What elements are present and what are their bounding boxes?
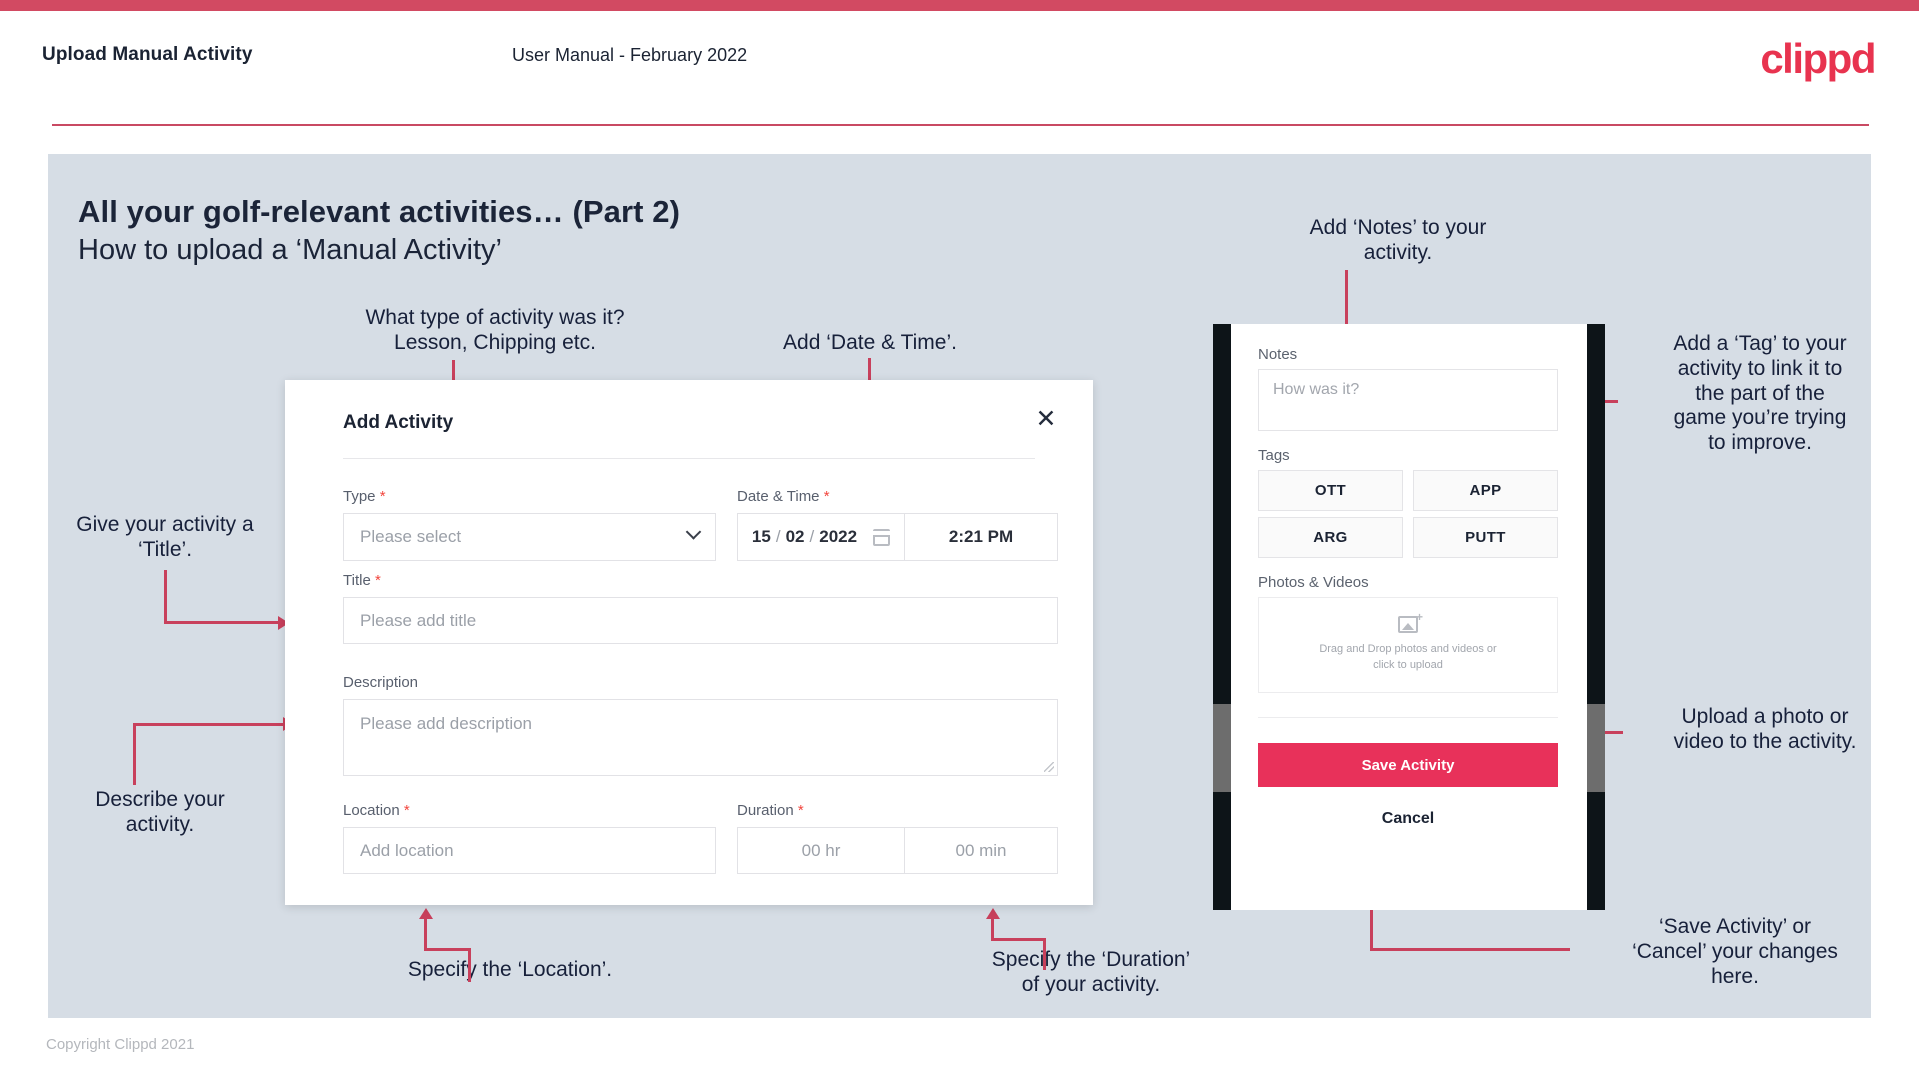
connector-dur-v2: [991, 918, 994, 940]
phone-volume-grip-left: [1213, 704, 1231, 792]
date-field[interactable]: 15 / 02 / 2022: [737, 513, 905, 561]
annotation-type: What type of activity was it? Lesson, Ch…: [365, 306, 625, 354]
connector-dur-h: [991, 938, 1046, 941]
chevron-down-icon: [685, 524, 702, 540]
photos-label: Photos & Videos: [1258, 574, 1369, 591]
tag-putt[interactable]: PUTT: [1413, 517, 1558, 558]
annotation-location: Specify the ‘Location’.: [407, 958, 613, 981]
phone-frame-left: [1213, 324, 1231, 910]
slide-root: Upload Manual Activity User Manual - Feb…: [0, 0, 1919, 1079]
connector-desc-v: [133, 723, 136, 785]
location-required-marker: *: [403, 802, 410, 819]
location-placeholder: Add location: [360, 840, 454, 860]
connector-loc-h: [424, 948, 471, 951]
connector-loc-v1: [468, 948, 471, 982]
tag-arg[interactable]: ARG: [1258, 517, 1403, 558]
page-title: All your golf-relevant activities… (Part…: [78, 194, 681, 229]
cancel-button[interactable]: Cancel: [1258, 799, 1558, 839]
location-label: Location *: [343, 802, 410, 819]
duration-minutes-input[interactable]: 00 min: [905, 827, 1058, 874]
phone-screen: Notes How was it? Tags OTT APP ARG PUTT …: [1231, 324, 1587, 910]
connector-loc-v2: [424, 918, 427, 950]
duration-label-text: Duration: [737, 802, 794, 819]
plus-icon: +: [1415, 610, 1423, 625]
arrow-duration: [986, 908, 1000, 919]
annotation-photos: Upload a photo or video to the activity.: [1673, 705, 1857, 753]
type-required-marker: *: [379, 488, 386, 505]
date-sep-2: /: [809, 527, 815, 546]
notes-input[interactable]: How was it?: [1258, 369, 1558, 431]
close-icon[interactable]: ✕: [1029, 402, 1063, 436]
calendar-icon[interactable]: [873, 528, 891, 546]
title-required-marker: *: [374, 572, 381, 589]
duration-label: Duration *: [737, 802, 804, 819]
type-placeholder: Please select: [360, 527, 462, 546]
annotation-tags: Add a ‘Tag’ to your activity to link it …: [1673, 332, 1847, 455]
date-year: 2022: [819, 527, 858, 546]
date-sep-1: /: [775, 527, 781, 546]
connector-dur-v1: [1043, 938, 1046, 970]
tag-app[interactable]: APP: [1413, 470, 1558, 511]
phone-mockup: Notes How was it? Tags OTT APP ARG PUTT …: [1213, 324, 1605, 910]
location-label-text: Location: [343, 802, 400, 819]
dropzone-line-1: Drag and Drop photos and videos or: [1319, 643, 1497, 656]
location-input[interactable]: Add location: [343, 827, 716, 874]
annotation-description: Describe your activity.: [95, 788, 225, 836]
header-center-title: User Manual - February 2022: [512, 45, 748, 65]
description-label: Description: [343, 674, 418, 691]
time-value: 2:21 PM: [948, 527, 1014, 546]
title-label-text: Title: [343, 572, 371, 589]
type-label-text: Type: [343, 488, 376, 505]
dropzone-line-2: click to upload: [1373, 659, 1443, 671]
duration-required-marker: *: [797, 802, 804, 819]
footer-copyright: Copyright Clippd 2021: [46, 1036, 195, 1053]
date-time-label-text: Date & Time: [737, 488, 820, 505]
top-accent-bar: [0, 0, 1919, 11]
date-time-required-marker: *: [823, 488, 830, 505]
annotation-save-cancel: ‘Save Activity’ or ‘Cancel’ your changes…: [1632, 915, 1838, 988]
duration-hours-value: 00 hr: [801, 840, 841, 860]
phone-divider: [1258, 717, 1558, 718]
type-select[interactable]: Please select: [343, 513, 716, 561]
photo-dropzone[interactable]: + Drag and Drop photos and videos or cli…: [1258, 597, 1558, 693]
page-subtitle: How to upload a ‘Manual Activity’: [78, 234, 502, 266]
add-image-icon: +: [1398, 611, 1423, 634]
annotation-date-time: Add ‘Date & Time’.: [783, 331, 957, 354]
title-placeholder: Please add title: [360, 610, 477, 630]
phone-volume-grip-right: [1587, 704, 1605, 792]
clippd-logo: clippd: [1760, 35, 1876, 82]
date-day: 15: [751, 527, 771, 546]
date-time-label: Date & Time *: [737, 488, 830, 505]
time-field[interactable]: 2:21 PM: [905, 513, 1058, 561]
duration-minutes-value: 00 min: [955, 840, 1007, 860]
title-label: Title *: [343, 572, 381, 589]
annotation-duration: Specify the ‘Duration’ of your activity.: [991, 948, 1191, 996]
connector-desc-h: [133, 723, 287, 726]
arrow-location: [419, 908, 433, 919]
resize-handle-icon[interactable]: [1044, 762, 1054, 772]
add-activity-dialog: Add Activity ✕ Type * Please select Date…: [285, 380, 1093, 905]
tag-ott[interactable]: OTT: [1258, 470, 1403, 511]
type-label: Type *: [343, 488, 386, 505]
annotation-title: Give your activity a ‘Title’.: [76, 513, 254, 561]
title-input[interactable]: Please add title: [343, 597, 1058, 644]
phone-frame-right: [1587, 324, 1605, 910]
save-activity-button[interactable]: Save Activity: [1258, 743, 1558, 787]
notes-placeholder: How was it?: [1273, 381, 1360, 398]
dialog-divider: [343, 458, 1035, 459]
annotation-notes: Add ‘Notes’ to your activity.: [1309, 216, 1487, 264]
duration-hours-input[interactable]: 00 hr: [737, 827, 905, 874]
description-label-text: Description: [343, 674, 419, 691]
description-textarea[interactable]: Please add description: [343, 699, 1058, 776]
dialog-title: Add Activity: [343, 412, 454, 433]
tags-label: Tags: [1258, 447, 1290, 464]
header-left-title: Upload Manual Activity: [42, 44, 253, 65]
connector-save-h: [1370, 948, 1570, 951]
date-month: 02: [785, 527, 805, 546]
connector-title-v: [164, 570, 167, 624]
header-divider: [52, 124, 1869, 126]
connector-title-h: [164, 621, 282, 624]
notes-label: Notes: [1258, 346, 1298, 363]
description-placeholder: Please add description: [360, 714, 533, 733]
